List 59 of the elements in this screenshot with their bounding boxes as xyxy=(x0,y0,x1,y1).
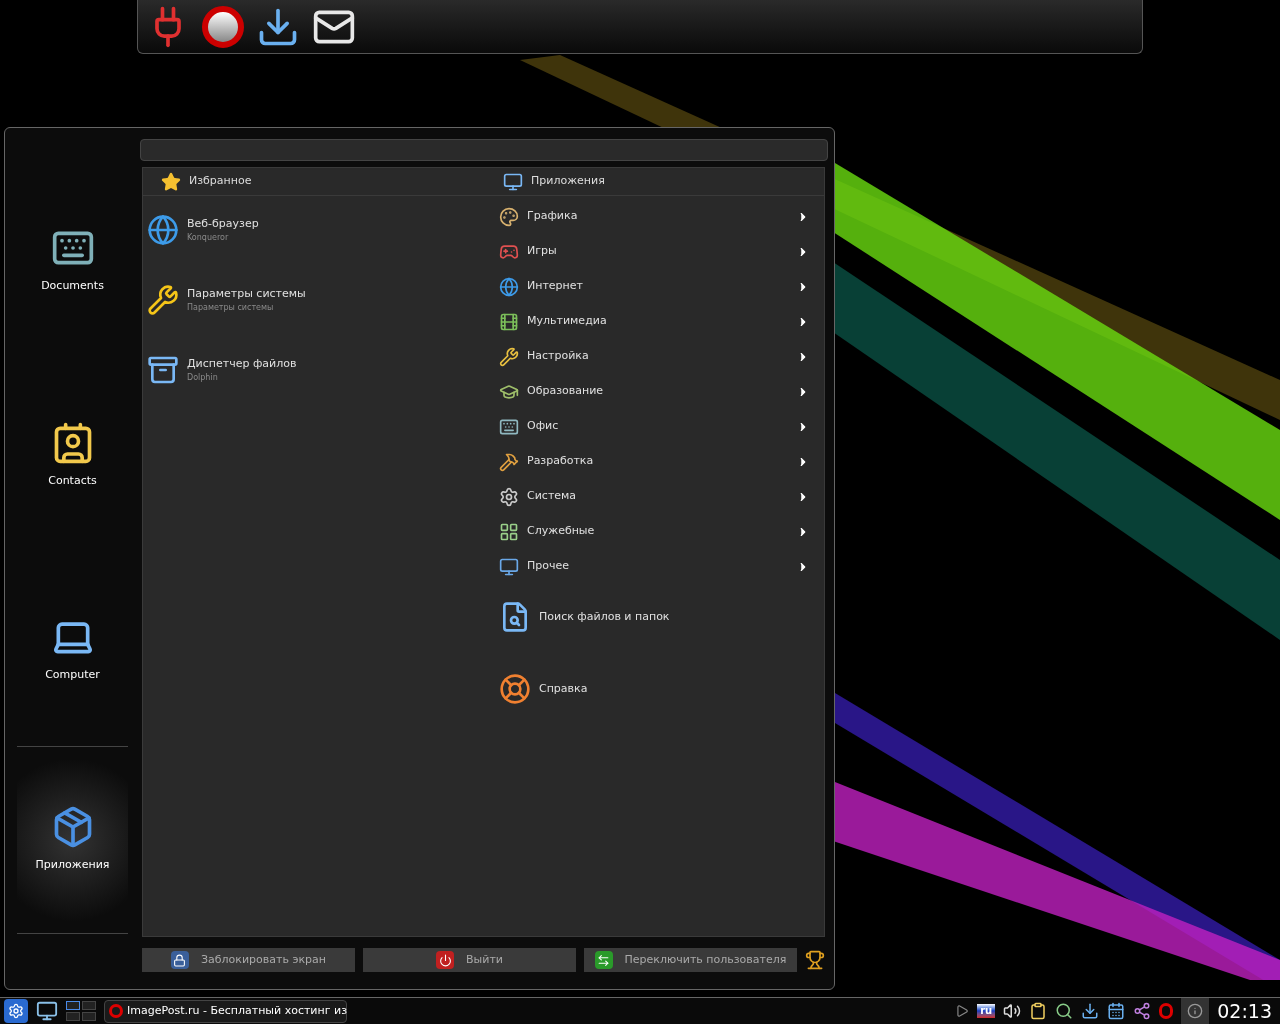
film-icon xyxy=(499,311,519,332)
opera-icon xyxy=(109,1004,123,1018)
search-field[interactable] xyxy=(140,139,828,161)
info-icon xyxy=(1187,1003,1204,1019)
opera-icon[interactable] xyxy=(202,5,244,48)
kde-menu-button[interactable] xyxy=(4,999,28,1023)
menu-category[interactable]: Графика xyxy=(499,199,810,234)
task-button[interactable]: ImagePost.ru - Бесплатный хостинг из xyxy=(104,999,347,1023)
menu-category[interactable]: Игры xyxy=(499,234,810,269)
globe-icon xyxy=(499,276,519,297)
sidebar-item[interactable]: Contacts xyxy=(17,420,128,489)
favorites-heading: Избранное xyxy=(189,173,252,190)
trophy-icon xyxy=(805,950,825,970)
clock[interactable]: 02:13 xyxy=(1217,996,1276,1024)
menu-category[interactable]: Офис xyxy=(499,409,810,444)
clipboard-icon[interactable] xyxy=(1029,1002,1048,1020)
wrench-icon xyxy=(147,284,179,316)
menu-category[interactable]: Настройка xyxy=(499,339,810,374)
sidebar-item[interactable]: Documents xyxy=(17,226,128,295)
session-button[interactable]: Выйти xyxy=(363,948,576,972)
favorite-item[interactable]: Параметры системы Параметры системы xyxy=(147,284,491,316)
hammer-icon xyxy=(499,451,519,472)
menu-category[interactable]: Система xyxy=(499,479,810,514)
menu-action[interactable]: Справка xyxy=(499,672,810,706)
expand-arrow-icon[interactable] xyxy=(955,1004,970,1018)
power-icon xyxy=(438,953,452,967)
network-nodes-icon[interactable] xyxy=(1133,1002,1152,1020)
menu-category[interactable]: Разработка xyxy=(499,444,810,479)
menu-category[interactable]: Мультимедиа xyxy=(499,304,810,339)
lock-icon xyxy=(173,953,187,967)
applications-heading: Приложения xyxy=(531,173,605,190)
calendar-icon[interactable] xyxy=(1107,1002,1126,1020)
gear-icon xyxy=(8,1003,24,1019)
pager-desktop[interactable] xyxy=(66,1001,80,1010)
palette-icon xyxy=(499,206,519,227)
session-button[interactable]: Переключить пользователя xyxy=(584,948,797,972)
arrows-icon xyxy=(597,953,611,967)
download-icon[interactable] xyxy=(1081,1002,1100,1020)
menu-category[interactable]: Интернет xyxy=(499,269,810,304)
window-icon xyxy=(499,521,519,542)
menu-category[interactable]: Образование xyxy=(499,374,810,409)
desktop-pager[interactable] xyxy=(66,1001,96,1021)
wrench-icon xyxy=(499,346,519,367)
menu-action[interactable]: Поиск файлов и папок xyxy=(499,600,810,634)
sidebar-item[interactable]: Приложения xyxy=(17,745,128,934)
favorite-item[interactable]: Диспетчер файлов Dolphin xyxy=(147,354,491,386)
speaker-icon[interactable] xyxy=(1003,1002,1022,1020)
star-icon xyxy=(161,171,181,192)
monitor-icon xyxy=(499,556,519,577)
session-button[interactable]: Заблокировать экран xyxy=(142,948,355,972)
menu-category[interactable]: Прочее xyxy=(499,549,810,584)
lifebuoy-icon xyxy=(499,673,531,705)
gear-icon xyxy=(499,486,519,507)
favorite-item[interactable]: Веб-браузер Konqueror xyxy=(147,214,491,246)
menu-category[interactable]: Служебные xyxy=(499,514,810,549)
sidebar-item[interactable]: Computer xyxy=(17,615,128,684)
keyboard-layout-indicator[interactable]: ru xyxy=(977,1004,996,1018)
globe-icon xyxy=(147,214,179,246)
info-button[interactable] xyxy=(1181,998,1210,1024)
